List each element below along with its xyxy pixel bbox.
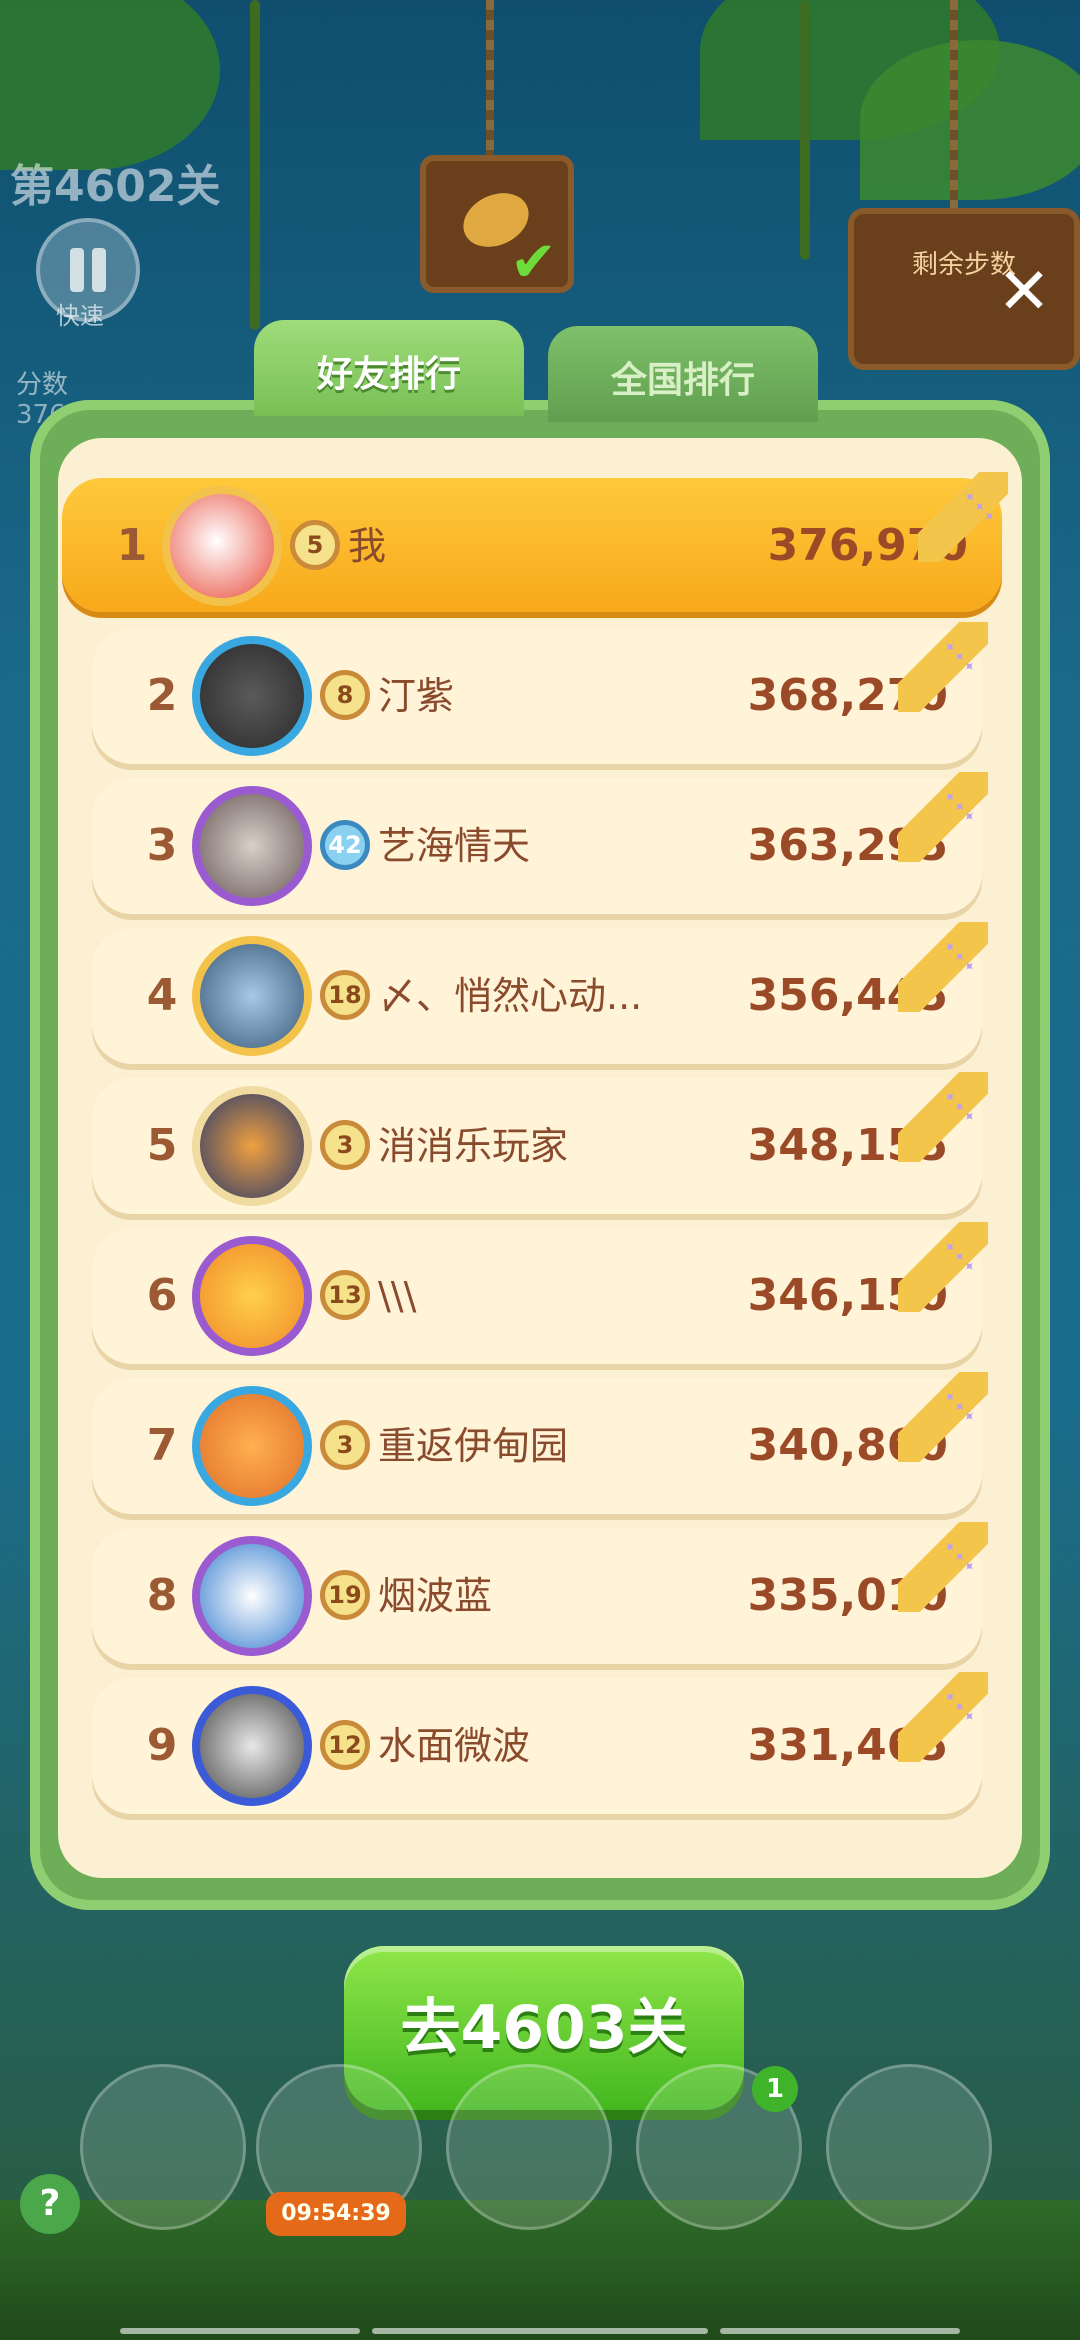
tab-friends[interactable]: 好友排行 bbox=[254, 320, 524, 416]
rank-number: 1 bbox=[116, 520, 148, 571]
leaderboard-row[interactable]: 6 13 \\\ 346,150 bbox=[92, 1222, 988, 1364]
rank-number: 7 bbox=[146, 1420, 178, 1471]
vine bbox=[250, 0, 260, 330]
ribbon-icon bbox=[918, 472, 1008, 562]
level-badge: 3 bbox=[320, 1120, 370, 1170]
level-badge: 19 bbox=[320, 1570, 370, 1620]
ribbon-icon bbox=[898, 1372, 988, 1462]
check-icon: ✔ bbox=[510, 230, 557, 295]
speed-label: 快速 bbox=[56, 302, 104, 330]
level-badge: 3 bbox=[320, 1420, 370, 1470]
home-indicator bbox=[120, 2328, 360, 2334]
avatar bbox=[192, 1236, 312, 1356]
level-badge: 13 bbox=[320, 1270, 370, 1320]
tab-national[interactable]: 全国排行 bbox=[548, 326, 818, 422]
booster-count-badge: 1 bbox=[752, 2066, 798, 2112]
ribbon-icon bbox=[898, 1072, 988, 1162]
level-title: 第4602关 bbox=[10, 161, 221, 212]
avatar bbox=[192, 936, 312, 1056]
avatar bbox=[192, 636, 312, 756]
avatar bbox=[192, 786, 312, 906]
background-leaf bbox=[860, 40, 1080, 200]
rank-number: 3 bbox=[146, 820, 178, 871]
leaderboard-row[interactable]: 7 3 重返伊甸园 340,860 bbox=[92, 1372, 988, 1514]
avatar bbox=[192, 1086, 312, 1206]
leaderboard-row[interactable]: 3 42 艺海情天 363,295 bbox=[92, 772, 988, 914]
avatar bbox=[192, 1386, 312, 1506]
rank-number: 2 bbox=[146, 670, 178, 721]
close-icon[interactable]: ✕ bbox=[994, 260, 1054, 324]
leaderboard-row[interactable]: 4 18 〆、悄然心动... 356,445 bbox=[92, 922, 988, 1064]
ribbon-icon bbox=[898, 922, 988, 1012]
player-name: 汀紫 bbox=[378, 674, 455, 718]
level-badge: 42 bbox=[320, 820, 370, 870]
rank-number: 9 bbox=[146, 1720, 178, 1771]
avatar bbox=[192, 1536, 312, 1656]
avatar bbox=[162, 486, 282, 606]
level-badge: 8 bbox=[320, 670, 370, 720]
rope bbox=[950, 0, 958, 214]
background-leaf bbox=[0, 0, 220, 170]
level-badge: 12 bbox=[320, 1720, 370, 1770]
player-name: 重返伊甸园 bbox=[378, 1424, 569, 1468]
avatar bbox=[192, 1686, 312, 1806]
rank-number: 6 bbox=[146, 1270, 178, 1321]
booster-rocket[interactable] bbox=[446, 2064, 612, 2230]
player-name: 艺海情天 bbox=[378, 824, 531, 868]
player-name: 烟波蓝 bbox=[378, 1574, 493, 1618]
booster-timer: 09:54:39 bbox=[266, 2192, 406, 2236]
level-badge: 18 bbox=[320, 970, 370, 1020]
ribbon-icon bbox=[898, 772, 988, 862]
ribbon-icon bbox=[898, 622, 988, 712]
player-name: 消消乐玩家 bbox=[378, 1124, 569, 1168]
ribbon-icon bbox=[898, 1222, 988, 1312]
leaderboard-row[interactable]: 2 8 汀紫 368,270 bbox=[92, 622, 988, 764]
leaderboard-row[interactable]: 1 5 我 376,970 bbox=[62, 472, 1008, 612]
vine bbox=[800, 0, 810, 260]
booster-bird[interactable] bbox=[80, 2064, 246, 2230]
rank-number: 4 bbox=[146, 970, 178, 1021]
booster-magic-wand[interactable] bbox=[826, 2064, 992, 2230]
score-label: 分数 bbox=[16, 370, 69, 400]
player-name: 我 bbox=[348, 524, 387, 568]
player-name: 〆、悄然心动... bbox=[378, 974, 643, 1018]
rope bbox=[486, 0, 494, 160]
leaderboard-row[interactable]: 5 3 消消乐玩家 348,155 bbox=[92, 1072, 988, 1214]
leaderboard-row[interactable]: 8 19 烟波蓝 335,010 bbox=[92, 1522, 988, 1664]
help-button[interactable]: ? bbox=[20, 2174, 80, 2234]
home-indicator bbox=[372, 2328, 708, 2334]
player-name: \\\ bbox=[378, 1274, 417, 1318]
ribbon-icon bbox=[898, 1522, 988, 1612]
rank-number: 5 bbox=[146, 1120, 178, 1171]
home-indicator bbox=[720, 2328, 960, 2334]
leaderboard-row[interactable]: 9 12 水面微波 331,465 bbox=[92, 1672, 988, 1814]
rank-number: 8 bbox=[146, 1570, 178, 1621]
player-name: 水面微波 bbox=[378, 1724, 531, 1768]
level-badge: 5 bbox=[290, 520, 340, 570]
ribbon-icon bbox=[898, 1672, 988, 1762]
